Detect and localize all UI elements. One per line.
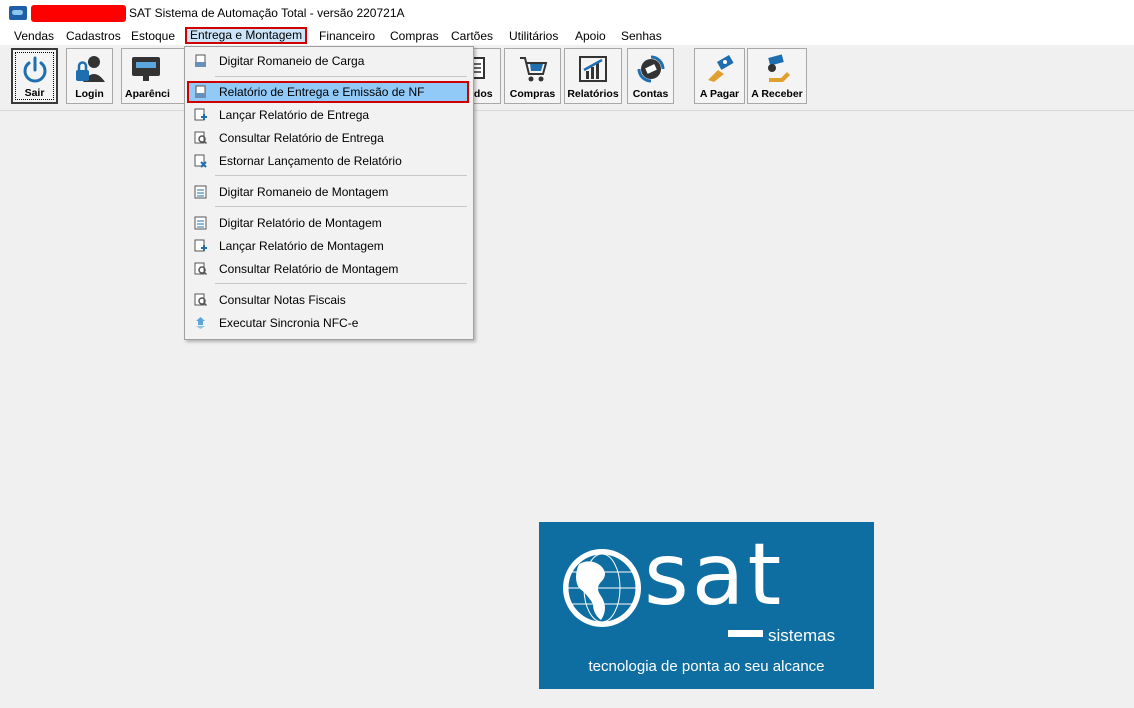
menu-separator [215,206,467,207]
menu-item-label: Consultar Relatório de Entrega [219,131,384,145]
a-pagar-label: A Pagar [699,88,740,100]
logo-subtitle: sistemas [768,626,836,645]
menu-separator [215,175,467,176]
logo-tagline: tecnologia de ponta ao seu alcance [588,658,825,675]
redacted-block [31,5,126,22]
cart-icon [519,57,547,82]
menu-vendas[interactable]: Vendas [11,28,57,44]
menu-item-estornar-lancamento[interactable]: Estornar Lançamento de Relatório [187,150,469,172]
add-document-icon [194,108,207,121]
login-label: Login [75,88,104,100]
menu-item-label: Lançar Relatório de Montagem [219,239,384,253]
menu-compras[interactable]: Compras [387,28,442,44]
pedidos-label: idos [471,88,493,100]
menu-item-consultar-relatorio-entrega[interactable]: Consultar Relatório de Entrega [187,127,469,149]
menu-item-consultar-relatorio-montagem[interactable]: Consultar Relatório de Montagem [187,258,469,280]
menu-item-consultar-notas-fiscais[interactable]: Consultar Notas Fiscais [187,289,469,311]
monitor-icon [132,57,160,81]
search-document-icon [194,293,207,307]
menu-item-lancar-relatorio-entrega[interactable]: Lançar Relatório de Entrega [187,104,469,126]
menu-item-label: Lançar Relatório de Entrega [219,108,370,122]
receive-icon [768,54,790,82]
entrega-montagem-dropdown: Digitar Romaneio de Carga Relatório de E… [184,46,474,340]
menu-item-digitar-romaneio-carga[interactable]: Digitar Romaneio de Carga [187,50,469,72]
report-icon [195,85,206,98]
relatorios-button[interactable]: Relatórios [564,48,622,104]
form-icon [194,185,207,199]
aparencia-label: Aparênci [125,88,170,100]
form-icon [194,216,207,230]
aparencia-button[interactable]: Aparênci [121,48,185,104]
menu-separator [215,76,467,77]
toolbar-divider [0,110,1134,111]
chart-icon [579,56,607,82]
contas-button[interactable]: Contas [627,48,674,104]
user-lock-icon [75,56,105,82]
a-pagar-button[interactable]: A Pagar [694,48,745,104]
search-document-icon [194,131,207,145]
menu-item-digitar-romaneio-montagem[interactable]: Digitar Romaneio de Montagem [187,181,469,203]
document-icon [195,54,206,67]
menu-item-label: Estornar Lançamento de Relatório [219,154,402,168]
compras-label: Compras [509,88,556,100]
menu-bar: Vendas Cadastros Estoque Entrega e Monta… [0,26,1134,45]
relatorios-label: Relatórios [567,88,619,100]
sync-icon [196,317,205,329]
compras-button[interactable]: Compras [504,48,561,104]
menu-senhas[interactable]: Senhas [618,28,665,44]
pay-icon [707,55,734,82]
title-bar: SAT Sistema de Automação Total - versão … [0,0,1134,26]
undo-document-icon [194,154,207,168]
menu-item-label: Relatório de Entrega e Emissão de NF [219,85,425,99]
menu-entrega-montagem[interactable]: Entrega e Montagem [185,27,308,44]
sair-button[interactable]: Sair [11,48,58,104]
a-receber-label: A Receber [751,88,803,100]
menu-item-label: Digitar Romaneio de Montagem [219,185,389,199]
sair-label: Sair [24,87,45,99]
menu-cadastros[interactable]: Cadastros [63,28,124,44]
menu-item-label: Digitar Romaneio de Carga [219,54,365,68]
logo-wordmark: sat [644,525,785,625]
app-icon[interactable] [9,6,27,20]
menu-item-digitar-relatorio-montagem[interactable]: Digitar Relatório de Montagem [187,212,469,234]
add-document-icon [194,239,207,252]
menu-apoio[interactable]: Apoio [572,28,609,44]
coin-icon [637,55,664,83]
login-button[interactable]: Login [66,48,113,104]
contas-label: Contas [632,88,669,100]
power-icon [23,56,46,83]
menu-item-executar-sincronia-nfce[interactable]: Executar Sincronia NFC-e [187,312,469,334]
window-title: SAT Sistema de Automação Total - versão … [129,6,405,20]
sat-logo: sat sistemas tecnologia de ponta ao seu … [539,522,874,689]
menu-item-label: Consultar Relatório de Montagem [219,262,399,276]
a-receber-button[interactable]: A Receber [747,48,807,104]
menu-estoque[interactable]: Estoque [128,28,178,44]
menu-utilitarios[interactable]: Utilitários [506,28,561,44]
toolbar: Sair Login Aparênci idos Compras Relatór… [0,45,1134,109]
menu-item-relatorio-entrega-emissao-nf[interactable]: Relatório de Entrega e Emissão de NF [187,81,469,103]
menu-item-label: Executar Sincronia NFC-e [219,316,359,330]
search-document-icon [194,262,207,276]
menu-item-lancar-relatorio-montagem[interactable]: Lançar Relatório de Montagem [187,235,469,257]
menu-separator [215,283,467,284]
menu-item-label: Digitar Relatório de Montagem [219,216,382,230]
menu-financeiro[interactable]: Financeiro [316,28,378,44]
menu-item-label: Consultar Notas Fiscais [219,293,346,307]
menu-cartoes[interactable]: Cartões [448,28,496,44]
